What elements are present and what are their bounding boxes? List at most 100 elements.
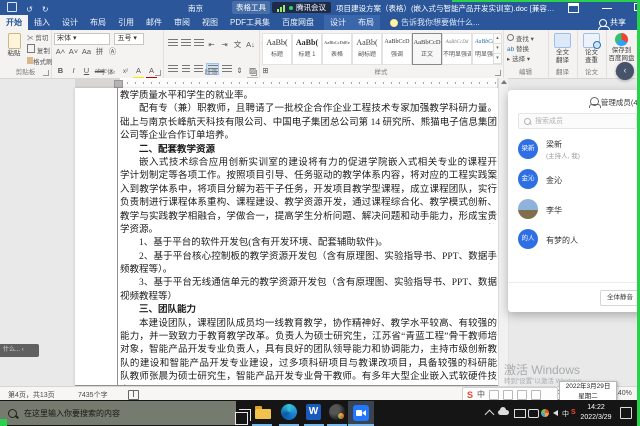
decrease-indent-icon[interactable]: ⇤ [206, 40, 217, 50]
multilevel-list-icon[interactable] [193, 38, 204, 48]
share-button[interactable]: 共享 [599, 15, 626, 30]
tab-review[interactable]: 审阅 [168, 15, 196, 30]
styles-gallery-more-icon[interactable]: ▾ [493, 53, 502, 64]
ribbon-display-options-button[interactable] [568, 3, 578, 11]
tab-pdf-tools[interactable]: PDF工具集 [224, 15, 276, 30]
punctuation-icon[interactable] [489, 390, 499, 400]
person-icon [599, 19, 607, 27]
tell-me-box[interactable]: 告诉我你想要做什么... [390, 15, 480, 30]
browser-button[interactable] [329, 404, 347, 422]
increase-indent-icon[interactable]: ⇥ [219, 40, 230, 50]
meeting-overlay-pill[interactable]: 腾讯会议 [272, 2, 331, 13]
paper-check-button[interactable]: 论文查重 [579, 33, 604, 64]
chat-icon[interactable] [528, 409, 539, 418]
sort-icon[interactable]: A↓ [245, 40, 256, 50]
speaker-icon[interactable] [553, 410, 558, 416]
member-row[interactable]: 李华 [508, 194, 640, 224]
tab-table-design[interactable]: 设计 [324, 15, 352, 30]
member-row[interactable]: 的人 有梦的人 [508, 224, 640, 254]
replace-button[interactable]: ab 替换 [507, 45, 534, 55]
minimize-button[interactable] [602, 3, 612, 11]
char-border-button[interactable]: Ⓐ [107, 47, 118, 57]
translate-button[interactable]: 全文翻译 [550, 33, 575, 64]
display-icon[interactable] [514, 409, 526, 418]
pinwheel-icon[interactable] [541, 409, 549, 417]
tab-table-layout[interactable]: 布局 [352, 15, 380, 30]
find-button[interactable]: 查找 ▾ [507, 34, 534, 45]
page-indicator[interactable]: 第4页，共13页 [8, 390, 55, 400]
horizontal-ruler[interactable] [75, 78, 507, 88]
tab-baidu-netdisk[interactable]: 百度网盘 [276, 15, 320, 30]
proofing-icon[interactable] [128, 390, 139, 400]
panel-collapse-handle[interactable]: ‹ [616, 62, 634, 80]
table-column-marker[interactable] [114, 80, 123, 88]
taskbar-search-box[interactable]: 在这里输入你要搜索的内容 [0, 401, 236, 425]
scissors-icon: ✂ [27, 35, 34, 42]
word-button[interactable]: W [306, 404, 324, 422]
collapsed-float-bar[interactable]: 什么... ‹ [0, 344, 39, 357]
cloud-icon[interactable] [498, 410, 509, 415]
redo-icon[interactable]: ↻ [42, 5, 49, 14]
group-translate: 全文翻译 翻译 [548, 30, 578, 78]
tray-expand-icon[interactable] [485, 410, 495, 420]
numbering-icon[interactable] [180, 38, 191, 48]
style-chip-selected[interactable]: AaBbCcD正文 [412, 33, 442, 65]
cut-button[interactable]: ✂ 剪切 [27, 34, 53, 44]
vertical-scrollbar[interactable] [498, 78, 508, 386]
style-chip[interactable]: AaBbCcD强调 [382, 33, 412, 65]
sogou-logo-icon[interactable]: S [467, 390, 473, 400]
grow-font-button[interactable]: A˄ [55, 47, 66, 57]
member-search-input[interactable]: 搜索成员 [518, 113, 637, 129]
tab-design[interactable]: 设计 [56, 15, 84, 30]
save-to-netdisk-button[interactable]: 保存到百度网盘 [608, 33, 635, 62]
style-chip[interactable]: AaBbCcDd不明显强调 [442, 33, 472, 65]
tab-mailings[interactable]: 邮件 [140, 15, 168, 30]
paste-button[interactable]: 粘贴 [3, 33, 25, 58]
change-case-button[interactable]: Aa [81, 47, 92, 57]
copy-button[interactable]: 复制 [27, 44, 53, 57]
font-dialog-launcher[interactable] [155, 70, 161, 76]
tab-insert[interactable]: 插入 [28, 15, 56, 30]
manage-members-header[interactable]: 管理成员(4) [508, 97, 640, 108]
doc-line: 队的建设和智能产品开发专业建设，过多项科研项目与教课改项目，具备较强的科研能力。… [120, 358, 497, 371]
sogou-tray-icon[interactable]: S [571, 409, 576, 416]
bullets-icon[interactable] [167, 38, 178, 48]
pen-icon[interactable] [503, 390, 513, 400]
phonetic-guide-button[interactable]: 拼 [94, 47, 105, 57]
tencent-meeting-button[interactable] [348, 401, 374, 425]
taskbar-clock[interactable]: 14:222022/3/29 [578, 403, 614, 423]
ribbon-tab-row: 开始 插入 设计 布局 引用 邮件 审阅 视图 PDF工具集 百度网盘 设计 布… [0, 15, 640, 30]
shrink-font-button[interactable]: A˅ [68, 47, 79, 57]
ime-mode-chinese[interactable]: 中 [477, 389, 485, 400]
save-icon[interactable] [7, 2, 17, 12]
style-chip[interactable]: AaBb(副标题 [352, 33, 382, 65]
style-chip[interactable]: AaBbCcDdEe表格 [322, 33, 352, 65]
meeting-camera-icon [353, 405, 369, 421]
tab-layout[interactable]: 布局 [84, 15, 112, 30]
styles-dialog-launcher[interactable] [495, 70, 501, 76]
clipboard-dialog-launcher[interactable] [43, 70, 49, 76]
tab-home[interactable]: 开始 [0, 15, 28, 30]
member-row[interactable]: 金沁 金沁 [508, 164, 640, 194]
edge-button[interactable] [281, 404, 299, 422]
style-chip[interactable]: AaBb(标题 1 [292, 33, 322, 65]
mic-icon[interactable] [517, 390, 527, 400]
action-center-icon[interactable] [620, 407, 632, 419]
mute-all-button[interactable]: 全体静音 [600, 290, 640, 306]
tab-view[interactable]: 视图 [196, 15, 224, 30]
keyboard-icon[interactable] [531, 390, 541, 400]
task-view-button[interactable] [232, 404, 250, 422]
word-count[interactable]: 7435个字 [78, 390, 108, 400]
tab-references[interactable]: 引用 [112, 15, 140, 30]
font-size-combo[interactable]: 五号 ▾ [114, 33, 144, 45]
style-chip[interactable]: AaBb(标题 [262, 33, 292, 65]
asian-layout-icon[interactable]: 文 [232, 40, 243, 50]
scroll-up-icon[interactable] [501, 80, 507, 84]
undo-icon[interactable]: ↺ [26, 5, 33, 14]
select-button[interactable]: ▸ 选择 ▾ [507, 55, 534, 65]
font-name-combo[interactable]: 宋体 ▾ [54, 33, 110, 45]
file-explorer-button[interactable] [254, 404, 272, 422]
paragraph-dialog-launcher[interactable] [251, 70, 257, 76]
tray-ime-indicator[interactable]: 中 [562, 409, 569, 419]
member-row[interactable]: 梁新 梁新 (主持人, 我) [508, 134, 640, 164]
